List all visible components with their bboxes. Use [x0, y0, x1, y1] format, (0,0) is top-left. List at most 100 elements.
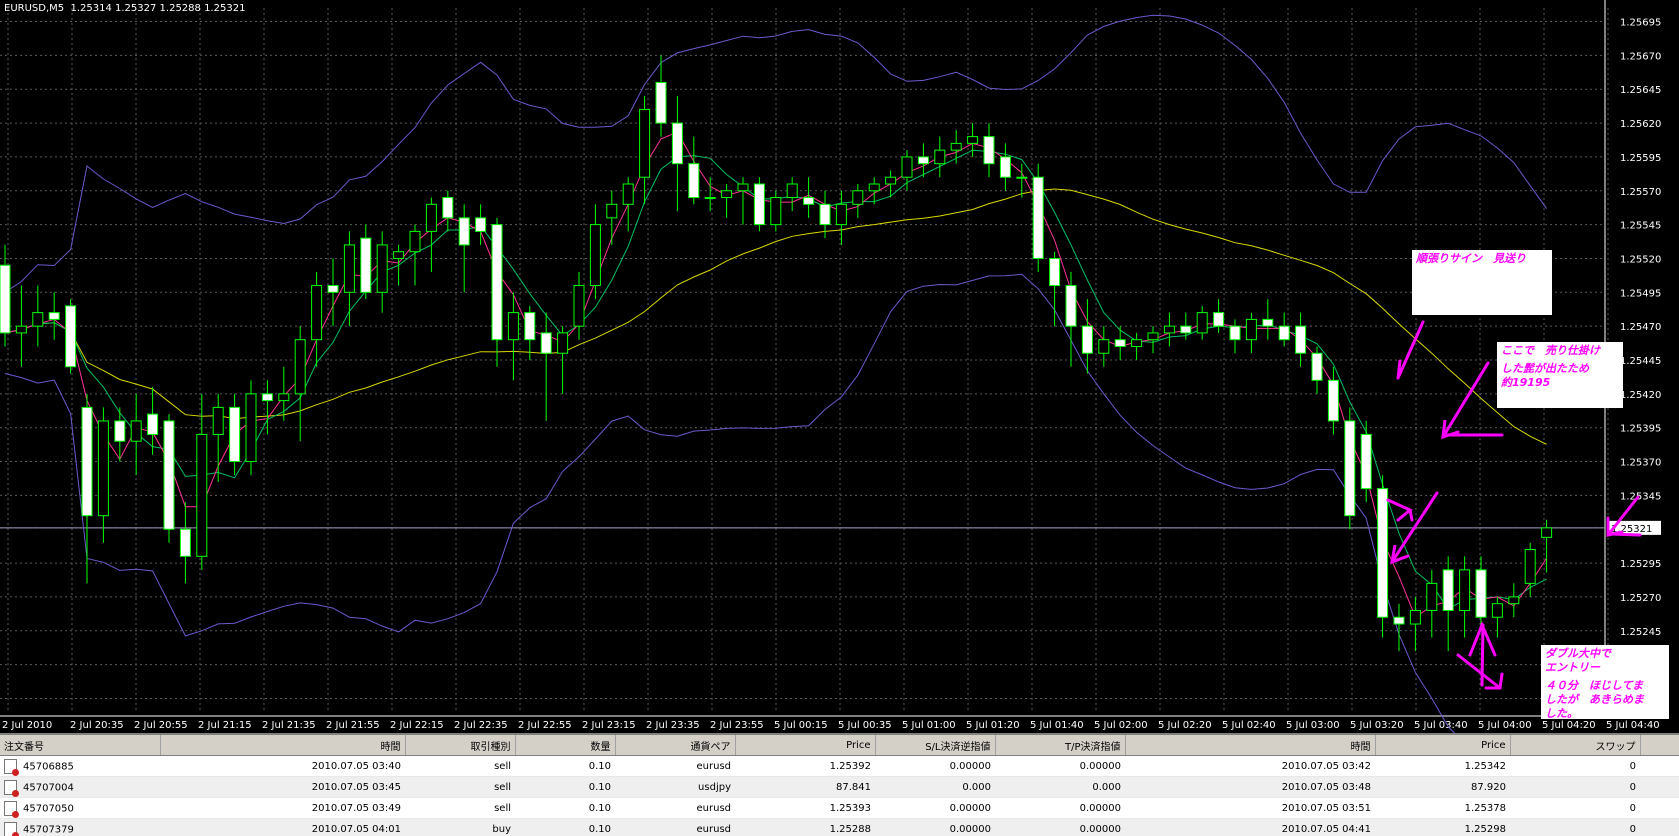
- candle-bearish: [1328, 380, 1338, 421]
- candle-bearish: [1050, 258, 1060, 285]
- order-cell: 0: [1510, 777, 1640, 798]
- candle-bearish: [1312, 353, 1322, 380]
- order-cell: sell: [405, 756, 515, 777]
- annotation-text: ここで 売り仕掛け: [1501, 344, 1619, 358]
- closed-order-icon: [4, 759, 17, 774]
- order-value: 45707379: [23, 824, 74, 835]
- order-history-panel[interactable]: 注文番号時間取引種別数量通貨ペアPriceS/L決済逆指値T/P決済指値時間Pr…: [0, 733, 1679, 836]
- order-value: usdjpy: [698, 782, 731, 793]
- column-header[interactable]: S/L決済逆指値: [875, 735, 995, 756]
- time-tick-label: 5 Jul 02:00: [1094, 720, 1148, 731]
- order-value: 0.10: [589, 782, 611, 793]
- candle-bearish: [262, 394, 272, 401]
- candle-bearish: [1279, 326, 1289, 340]
- order-value: 0: [1630, 803, 1636, 814]
- price-chart[interactable]: 1.256951.256701.256451.256201.255951.255…: [0, 0, 1679, 733]
- order-cell: eurusd: [615, 819, 735, 836]
- candle-bearish: [82, 407, 92, 515]
- order-cell: 0.00000: [995, 819, 1125, 836]
- order-value: 1.25393: [830, 803, 871, 814]
- candle-bearish: [1000, 157, 1010, 177]
- candle-bearish: [820, 204, 830, 224]
- annotation-text: ４０分 ほじしてま: [1545, 679, 1665, 693]
- annotation-arrow: [1398, 322, 1423, 378]
- candle-bullish: [607, 204, 617, 218]
- candle-bullish: [1509, 597, 1519, 604]
- candle-bearish: [1378, 489, 1388, 618]
- order-value: 0: [1630, 782, 1636, 793]
- order-cell: 1.25393: [735, 798, 875, 819]
- closed-order-icon: [4, 801, 17, 816]
- column-header[interactable]: 取引種別: [405, 735, 515, 756]
- candle-bearish: [164, 421, 174, 529]
- candle-bullish: [705, 198, 715, 199]
- column-header[interactable]: 通貨ペア: [615, 735, 735, 756]
- time-tick-label: 2 Jul 20:35: [70, 720, 124, 731]
- candle-bullish: [279, 394, 289, 401]
- price-tick-label: 1.25495: [1620, 288, 1661, 299]
- candle-bullish: [1246, 319, 1256, 339]
- column-header[interactable]: 時間: [1125, 735, 1375, 756]
- candle-bearish: [476, 218, 486, 232]
- candle-bullish: [623, 184, 633, 204]
- order-row[interactable]: 457070502010.07.05 03:49sell0.10eurusd1.…: [0, 798, 1679, 819]
- column-header[interactable]: Price: [735, 735, 875, 756]
- order-cell: 0.10: [515, 756, 615, 777]
- order-row[interactable]: 457070042010.07.05 03:45sell0.10usdjpy87…: [0, 777, 1679, 798]
- time-tick-label: 2 Jul 20:55: [134, 720, 188, 731]
- order-row[interactable]: 457073792010.07.05 04:01buy0.10eurusd1.2…: [0, 819, 1679, 836]
- order-value: 0.00000: [950, 824, 991, 835]
- order-cell: 2010.07.05 04:01: [160, 819, 405, 836]
- order-cell: -790: [1640, 777, 1679, 798]
- column-header[interactable]: 時間: [160, 735, 405, 756]
- order-cell: 0.000: [875, 777, 995, 798]
- order-value: 0.10: [589, 803, 611, 814]
- order-cell: 1.25288: [735, 819, 875, 836]
- column-header[interactable]: 数量: [515, 735, 615, 756]
- candle-bearish: [672, 123, 682, 164]
- order-value: 0: [1630, 824, 1636, 835]
- price-tick-label: 1.25395: [1620, 424, 1661, 435]
- candle-bullish: [1427, 583, 1437, 610]
- order-value: 45707004: [23, 782, 74, 793]
- order-value: 0.000: [1092, 782, 1121, 793]
- candle-bullish: [1017, 177, 1027, 178]
- candle-bearish: [689, 164, 699, 198]
- price-tick-label: 1.25620: [1620, 119, 1661, 130]
- time-tick-label: 5 Jul 04:40: [1606, 720, 1660, 731]
- annotation-note-1[interactable]: 順張りサイン 見送り: [1412, 250, 1552, 315]
- candle-bullish: [1460, 570, 1470, 611]
- annotation-note-3[interactable]: ダブル大中で エントリー ４０分 ほじしてま したが あきらめま した。: [1541, 645, 1669, 719]
- time-tick-label: 5 Jul 03:20: [1350, 720, 1404, 731]
- column-header[interactable]: T/P決済指値: [995, 735, 1125, 756]
- order-cell: 45707379: [0, 819, 160, 836]
- candle-bullish: [558, 333, 568, 353]
- time-tick-label: 5 Jul 01:40: [1030, 720, 1084, 731]
- column-header[interactable]: 損益: [1640, 735, 1679, 756]
- candle-bearish: [328, 286, 338, 293]
- annotation-note-2[interactable]: ここで 売り仕掛け した髭が出たため 約19195: [1497, 342, 1623, 408]
- candle-bearish: [1394, 617, 1404, 624]
- candle-bearish: [1082, 326, 1092, 353]
- order-cell: 45707004: [0, 777, 160, 798]
- chart-canvas[interactable]: 1.256951.256701.256451.256201.255951.255…: [0, 0, 1679, 733]
- candle-bullish: [131, 421, 141, 441]
- order-value: 2010.07.05 03:45: [312, 782, 401, 793]
- time-tick-label: 2 Jul 22:55: [518, 720, 572, 731]
- time-tick-label: 5 Jul 03:00: [1286, 720, 1340, 731]
- order-cell: 0: [1510, 798, 1640, 819]
- column-header[interactable]: 注文番号: [0, 735, 160, 756]
- order-value: eurusd: [697, 761, 732, 772]
- candle-bearish: [1066, 286, 1076, 327]
- candle-bullish: [1132, 340, 1142, 347]
- column-header[interactable]: スワップ: [1510, 735, 1640, 756]
- order-cell: 2010.07.05 03:48: [1125, 777, 1375, 798]
- candle-bullish: [213, 407, 223, 434]
- order-row[interactable]: 457068852010.07.05 03:40sell0.10eurusd1.…: [0, 756, 1679, 777]
- order-cell: 45707050: [0, 798, 160, 819]
- candle-bearish: [180, 529, 190, 556]
- order-cell: 45706885: [0, 756, 160, 777]
- order-cell: 0: [1510, 819, 1640, 836]
- column-header[interactable]: Price: [1375, 735, 1510, 756]
- price-tick-label: 1.25270: [1620, 593, 1661, 604]
